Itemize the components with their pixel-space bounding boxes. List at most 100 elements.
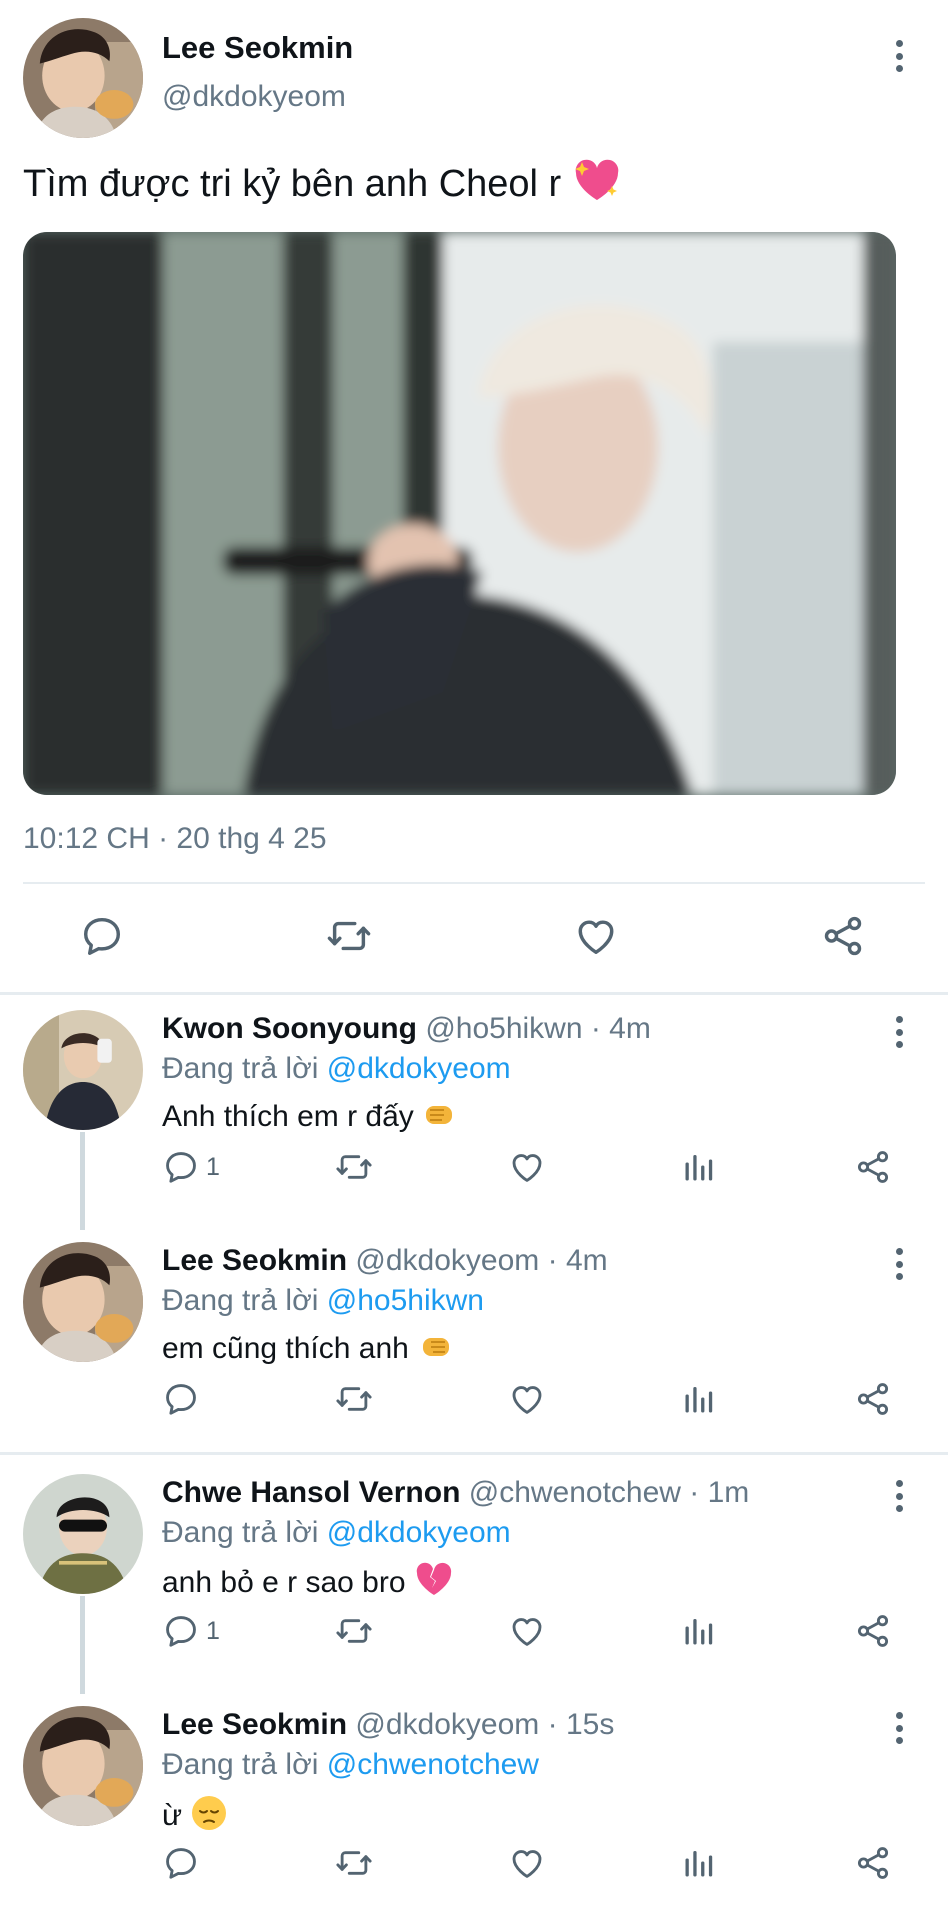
replying-to-link[interactable]: @dkdokyeom [327, 1516, 511, 1549]
tweet-text-content: Tìm được tri kỷ bên anh Cheol r [23, 163, 562, 206]
author-handle[interactable]: @dkdokyeom [162, 80, 346, 114]
reply-tweet[interactable]: Chwe Hansol Vernon @chwenotchew · 1m Đan… [0, 1462, 948, 1694]
replying-prefix: Đang trả lời [162, 1284, 319, 1317]
tweet-photo[interactable] [23, 232, 896, 795]
reply-tweet[interactable]: Lee Seokmin @dkdokyeom · 4m Đang trả lời… [0, 1230, 948, 1462]
reply-author-name[interactable]: Lee Seokmin [162, 1244, 347, 1277]
more-options-icon[interactable] [889, 1244, 909, 1284]
replying-to-link[interactable]: @ho5hikwn [327, 1284, 484, 1317]
reply-text-content: ừ [162, 1798, 183, 1832]
share-button[interactable] [854, 1148, 892, 1186]
retweet-icon [334, 1612, 374, 1650]
reply-text-content: Anh thích em r đấy [162, 1099, 414, 1133]
like-icon [573, 913, 619, 959]
avatar[interactable] [23, 1242, 143, 1362]
replying-prefix: Đang trả lời [162, 1516, 319, 1549]
reply-action-bar [0, 1380, 948, 1424]
avatar[interactable] [23, 1010, 143, 1130]
reply-icon [162, 1148, 200, 1186]
reply-author-name[interactable]: Chwe Hansol Vernon [162, 1476, 460, 1509]
retweet-button[interactable] [334, 1380, 374, 1418]
avatar[interactable] [23, 1706, 143, 1826]
stats-button[interactable] [681, 1148, 717, 1186]
replying-to-link[interactable]: @chwenotchew [327, 1748, 539, 1781]
retweet-icon [334, 1148, 374, 1186]
reply-icon [162, 1612, 200, 1650]
reply-text: anh bỏ e r sao bro [162, 1562, 454, 1606]
share-button[interactable] [854, 1844, 892, 1882]
retweet-button[interactable] [334, 1148, 374, 1186]
stats-button[interactable] [681, 1612, 717, 1650]
reply-icon [162, 1844, 200, 1882]
more-options-icon[interactable] [889, 1708, 909, 1748]
reply-author-name[interactable]: Kwon Soonyoung [162, 1012, 417, 1045]
reply-count: 1 [206, 1152, 220, 1181]
like-icon [508, 1148, 546, 1186]
replying-prefix: Đang trả lời [162, 1748, 319, 1781]
divider [0, 1452, 948, 1455]
retweet-button[interactable] [334, 1844, 374, 1882]
share-button[interactable] [820, 913, 866, 959]
like-button[interactable] [508, 1844, 546, 1882]
stats-icon [681, 1612, 717, 1650]
avatar[interactable] [23, 1474, 143, 1594]
retweet-icon [334, 1380, 374, 1418]
share-button[interactable] [854, 1380, 892, 1418]
tweet-timestamp: 10:12 CH · 20 thg 4 25 [23, 822, 327, 855]
more-options-icon[interactable] [889, 1476, 909, 1516]
divider [23, 882, 925, 884]
replying-prefix: Đang trả lời [162, 1052, 319, 1085]
reply-header: Lee Seokmin @dkdokyeom · 4m [162, 1244, 608, 1278]
reply-text: em cũng thích anh [162, 1330, 453, 1370]
replying-to-link[interactable]: @dkdokyeom [327, 1052, 511, 1085]
retweet-icon [334, 1844, 374, 1882]
reply-handle-time: @dkdokyeom · 4m [355, 1244, 608, 1277]
reply-handle-time: @ho5hikwn · 4m [425, 1012, 651, 1045]
tweet-text: Tìm được tri kỷ bên anh Cheol r [23, 158, 622, 214]
reply-button[interactable] [79, 913, 125, 959]
tweet-action-bar [0, 906, 948, 966]
reply-action-bar: 1 [0, 1612, 948, 1656]
retweet-button[interactable] [324, 913, 374, 959]
reply-action-bar: 1 [0, 1148, 948, 1192]
reply-text: ừ [162, 1794, 228, 1840]
like-button[interactable] [508, 1612, 546, 1650]
replying-to: Đang trả lời @dkdokyeom [162, 1052, 511, 1086]
reply-handle-time: @chwenotchew · 1m [468, 1476, 750, 1509]
reply-author-name[interactable]: Lee Seokmin [162, 1708, 347, 1741]
reply-button[interactable] [162, 1380, 206, 1418]
reply-count: 1 [206, 1616, 220, 1645]
share-icon [854, 1380, 892, 1418]
reply-tweet[interactable]: Lee Seokmin @dkdokyeom · 15s Đang trả lờ… [0, 1694, 948, 1920]
reply-text-content: anh bỏ e r sao bro [162, 1565, 406, 1599]
retweet-icon [324, 913, 374, 959]
stats-button[interactable] [681, 1844, 717, 1882]
reply-tweet[interactable]: Kwon Soonyoung @ho5hikwn · 4m Đang trả l… [0, 998, 948, 1230]
main-tweet: Lee Seokmin @dkdokyeom Tìm được tri kỷ b… [0, 0, 948, 992]
avatar[interactable] [23, 18, 143, 138]
stats-icon [681, 1380, 717, 1418]
reply-text: Anh thích em r đấy [162, 1098, 458, 1138]
reply-header: Chwe Hansol Vernon @chwenotchew · 1m [162, 1476, 749, 1510]
reply-action-bar [0, 1844, 948, 1888]
reply-button[interactable] [162, 1844, 206, 1882]
reply-button[interactable]: 1 [162, 1612, 220, 1650]
like-button[interactable] [508, 1148, 546, 1186]
author-name[interactable]: Lee Seokmin [162, 30, 353, 66]
more-options-icon[interactable] [889, 1012, 909, 1052]
reply-icon [79, 913, 125, 959]
share-icon [854, 1612, 892, 1650]
reply-button[interactable]: 1 [162, 1148, 220, 1186]
share-icon [854, 1844, 892, 1882]
like-button[interactable] [573, 913, 619, 959]
share-icon [820, 913, 866, 959]
stats-button[interactable] [681, 1380, 717, 1418]
like-icon [508, 1612, 546, 1650]
like-button[interactable] [508, 1380, 546, 1418]
replying-to: Đang trả lời @chwenotchew [162, 1748, 539, 1782]
retweet-button[interactable] [334, 1612, 374, 1650]
share-button[interactable] [854, 1612, 892, 1650]
reply-text-content: em cũng thích anh [162, 1331, 409, 1365]
more-options-icon[interactable] [889, 36, 909, 76]
reply-header: Lee Seokmin @dkdokyeom · 15s [162, 1708, 614, 1742]
